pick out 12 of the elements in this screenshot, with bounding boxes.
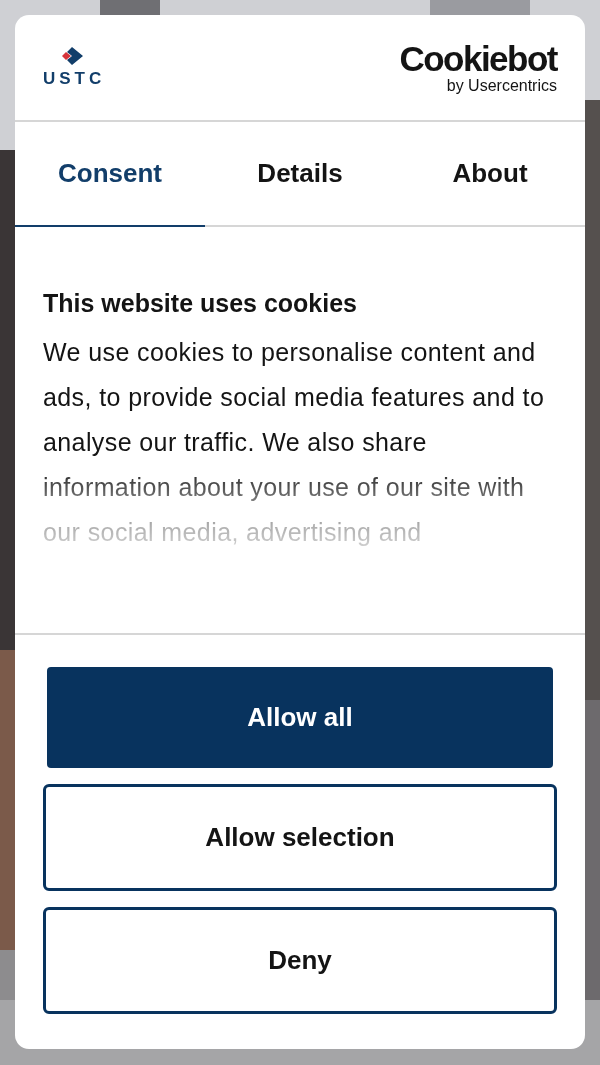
choice-button[interactable]: Deny [43, 907, 557, 1014]
choice-button[interactable]: Allow selection [43, 784, 557, 891]
consent-text: We use cookies to personalise content and ads, to provide social media features and to analyse our traffic. We also share information about your use of our site with our social media, advertising and [43, 337, 546, 548]
allow-button[interactable]: Allow all [47, 667, 553, 768]
brand-logo: Cookiebot [399, 40, 557, 77]
tab[interactable]: Details [205, 122, 395, 227]
logo-icon [61, 46, 84, 65]
logo-text: USTC [43, 68, 106, 89]
tab[interactable]: Consent [15, 122, 205, 227]
tab[interactable]: About [395, 122, 585, 227]
brand-tagline: by Usercentrics [446, 76, 557, 95]
dialog-title: This website uses cookies [43, 289, 358, 318]
